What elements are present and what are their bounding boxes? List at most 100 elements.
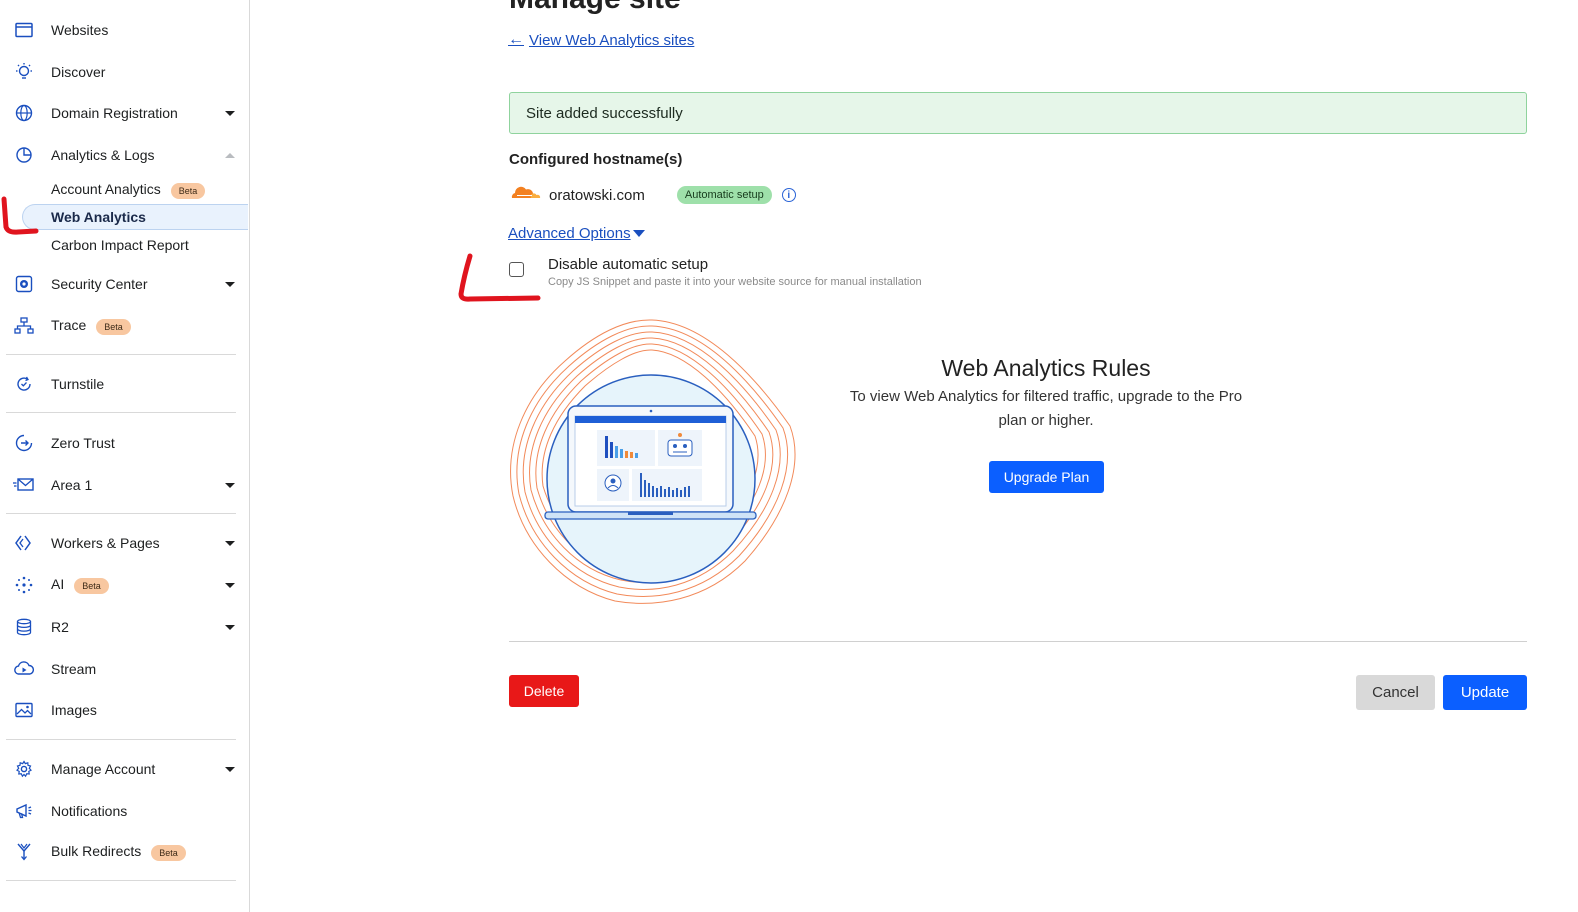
sidebar-item-trace[interactable]: Trace Beta	[0, 309, 248, 343]
cloud-play-icon	[13, 658, 35, 680]
sidebar-item-label: Discover	[51, 64, 106, 80]
sidebar-item-ai[interactable]: AI Beta	[0, 568, 248, 602]
sidebar-item-label: Trace	[51, 317, 87, 334]
sidebar-divider	[6, 513, 236, 514]
sidebar-subitem-web-analytics[interactable]: Web Analytics	[22, 204, 248, 230]
sidebar-item-label: Analytics & Logs	[51, 147, 155, 163]
page-title: Manage site	[509, 0, 681, 16]
sidebar-subitem-label: Account Analytics	[51, 181, 161, 198]
security-center-icon	[13, 273, 35, 295]
sidebar: Websites Discover Domain Registration An…	[0, 0, 250, 912]
sidebar-item-domain-registration[interactable]: Domain Registration	[0, 96, 248, 130]
chevron-up-icon[interactable]	[225, 152, 235, 158]
sidebar-divider	[6, 739, 236, 740]
sidebar-item-label: Workers & Pages	[51, 535, 160, 551]
sidebar-item-label-wrap: AI Beta	[51, 576, 109, 594]
sidebar-item-workers-pages[interactable]: Workers & Pages	[0, 526, 248, 560]
trace-network-icon	[13, 315, 35, 337]
annotation-mark-checkbox	[458, 253, 541, 302]
sidebar-item-label-wrap: Trace Beta	[51, 317, 131, 335]
sidebar-item-label: Bulk Redirects	[51, 843, 142, 860]
caret-down-icon	[632, 230, 645, 237]
success-alert: Site added successfully	[509, 92, 1527, 134]
sidebar-item-stream[interactable]: Stream	[0, 652, 248, 686]
advanced-options-toggle[interactable]: Advanced Options	[508, 225, 645, 242]
web-analytics-rules-description: To view Web Analytics for filtered traff…	[849, 388, 1243, 429]
sidebar-item-images[interactable]: Images	[0, 693, 248, 727]
hostname-text: oratowski.com	[549, 186, 645, 204]
sidebar-item-label: Notifications	[51, 803, 128, 819]
browser-window-icon	[13, 19, 35, 41]
sidebar-item-label: R2	[51, 619, 69, 635]
sidebar-item-zero-trust[interactable]: Zero Trust	[0, 426, 248, 460]
sidebar-item-security-center[interactable]: Security Center	[0, 267, 248, 301]
back-link-label: View Web Analytics sites	[529, 31, 695, 49]
ai-sparkle-icon	[13, 574, 35, 596]
upgrade-plan-button[interactable]: Upgrade Plan	[989, 461, 1104, 493]
beta-badge: Beta	[151, 844, 186, 861]
sidebar-item-r2[interactable]: R2	[0, 610, 248, 644]
sidebar-item-notifications[interactable]: Notifications	[0, 794, 248, 828]
disable-automatic-setup-checkbox[interactable]	[509, 262, 524, 277]
sidebar-divider	[6, 880, 236, 881]
beta-badge: Beta	[74, 577, 109, 594]
annotation-mark-sidebar	[1, 196, 39, 235]
sidebar-item-area1[interactable]: Area 1	[0, 468, 248, 502]
cancel-button[interactable]: Cancel	[1356, 675, 1435, 710]
sidebar-divider	[6, 412, 236, 413]
sidebar-item-analytics-logs[interactable]: Analytics & Logs	[0, 138, 248, 172]
delete-button[interactable]: Delete	[509, 675, 579, 707]
workers-icon	[13, 532, 35, 554]
sidebar-item-bulk-redirects[interactable]: Bulk Redirects Beta	[0, 835, 248, 869]
sidebar-item-label: Manage Account	[51, 761, 156, 777]
chevron-down-icon[interactable]	[225, 582, 235, 588]
advanced-options-label: Advanced Options	[508, 225, 631, 242]
web-analytics-illustration	[510, 319, 796, 604]
success-message: Site added successfully	[526, 104, 683, 122]
sidebar-divider	[6, 354, 236, 355]
chevron-down-icon[interactable]	[225, 482, 235, 488]
chevron-down-icon[interactable]	[225, 624, 235, 630]
update-button[interactable]: Update	[1443, 675, 1527, 710]
gear-icon	[13, 758, 35, 780]
disable-automatic-setup-label[interactable]: Disable automatic setup	[548, 256, 708, 273]
hostname-row: oratowski.com Automatic setup i	[509, 183, 796, 207]
sidebar-item-label: AI	[51, 576, 65, 593]
beta-badge: Beta	[96, 318, 131, 335]
envelope-icon	[13, 474, 35, 496]
turnstile-refresh-icon	[13, 373, 35, 395]
sidebar-item-websites[interactable]: Websites	[0, 13, 248, 47]
pie-chart-icon	[13, 144, 35, 166]
arrow-left-icon: ←	[508, 31, 524, 48]
sidebar-item-label: Area 1	[51, 477, 93, 493]
configured-hostnames-title: Configured hostname(s)	[509, 151, 683, 168]
redirect-funnel-icon	[13, 841, 35, 863]
chevron-down-icon[interactable]	[225, 281, 235, 287]
image-icon	[13, 699, 35, 721]
web-analytics-rules-title: Web Analytics Rules	[941, 355, 1151, 381]
sidebar-item-label: Turnstile	[51, 376, 105, 392]
sidebar-item-label: Zero Trust	[51, 435, 115, 451]
globe-icon	[13, 102, 35, 124]
cloudflare-cloud-icon	[509, 185, 541, 206]
sidebar-item-discover[interactable]: Discover	[0, 55, 248, 89]
megaphone-icon	[13, 800, 35, 822]
sidebar-item-turnstile[interactable]: Turnstile	[0, 367, 248, 401]
sidebar-subitem-label: Carbon Impact Report	[51, 237, 189, 253]
sidebar-item-label: Domain Registration	[51, 105, 178, 121]
sidebar-item-label: Stream	[51, 661, 97, 677]
sidebar-subitem-label-wrap: Account Analytics Beta	[51, 181, 206, 199]
chevron-down-icon[interactable]	[225, 540, 235, 546]
automatic-setup-badge: Automatic setup	[676, 186, 772, 204]
chevron-down-icon[interactable]	[225, 766, 235, 772]
sidebar-item-label: Security Center	[51, 276, 148, 292]
beta-badge: Beta	[170, 182, 206, 199]
back-to-sites-link[interactable]: ← View Web Analytics sites	[508, 31, 694, 49]
database-icon	[13, 616, 35, 638]
info-icon[interactable]: i	[781, 188, 796, 202]
lightbulb-icon	[13, 61, 35, 83]
sidebar-item-label: Images	[51, 702, 97, 718]
sidebar-subitem-label: Web Analytics	[51, 209, 146, 225]
sidebar-item-manage-account[interactable]: Manage Account	[0, 752, 248, 786]
chevron-down-icon[interactable]	[225, 110, 235, 116]
